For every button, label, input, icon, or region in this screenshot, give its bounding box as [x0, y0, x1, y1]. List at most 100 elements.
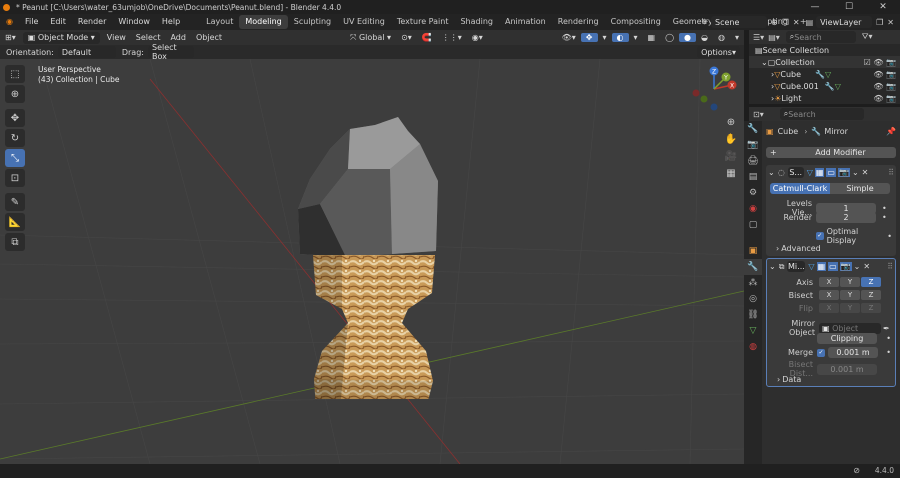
- data-subpanel[interactable]: › Data: [777, 375, 891, 384]
- catmull-clark-button[interactable]: Catmull-Clark: [770, 183, 830, 194]
- drag-handle-icon[interactable]: ⠿: [887, 262, 893, 271]
- properties-search[interactable]: ⌕ Search: [779, 108, 864, 120]
- snap-icon[interactable]: 🧲: [417, 33, 437, 42]
- material-tab-icon[interactable]: ◍: [744, 339, 762, 355]
- eyedropper-icon[interactable]: ✒: [883, 324, 890, 333]
- ortho-grid-icon[interactable]: ▦: [722, 165, 740, 182]
- overlay-dropdown-icon[interactable]: ▾: [629, 33, 643, 42]
- keyframe-dot-icon[interactable]: •: [886, 334, 891, 343]
- collection-tab-icon[interactable]: ▢: [744, 217, 762, 233]
- collection-visibility-icons[interactable]: ☑ 👁 📷: [864, 58, 896, 67]
- tab-sculpting[interactable]: Sculpting: [288, 14, 337, 30]
- add-modifier-button[interactable]: + Add Modifier: [766, 147, 896, 158]
- 3d-viewport[interactable]: ⬚ ⊕ ✥ ↻ ⤡ ⊡ ✎ 📐 ⧉ User Perspective (43) …: [0, 59, 744, 464]
- axis-y-toggle[interactable]: Y: [840, 277, 860, 287]
- xray-toggle-icon[interactable]: ▦: [643, 33, 661, 42]
- mirror-name-field[interactable]: Mi...: [787, 261, 806, 272]
- clipping-toggle[interactable]: Clipping: [817, 333, 877, 344]
- object-visibility-icons[interactable]: 👁 📷: [873, 94, 896, 103]
- outliner-row-cube-001[interactable]: › ▽ Cube.001 🔧 ▽ 👁 📷: [749, 80, 900, 92]
- zoom-icon[interactable]: ⊕: [722, 114, 740, 131]
- pan-hand-icon[interactable]: ✋: [722, 131, 740, 148]
- tab-modeling[interactable]: Modeling: [239, 15, 288, 29]
- shading-material-icon[interactable]: ◒: [696, 33, 713, 42]
- tab-rendering[interactable]: Rendering: [552, 14, 605, 30]
- axis-z-toggle[interactable]: Z: [861, 277, 881, 287]
- flip-z-toggle[interactable]: Z: [861, 303, 881, 313]
- close-button[interactable]: ✕: [866, 0, 900, 14]
- menu-select[interactable]: Select: [131, 33, 166, 42]
- rotate-tool-icon[interactable]: ↻: [5, 129, 25, 147]
- keyframe-dot-icon[interactable]: •: [882, 213, 887, 222]
- bisect-x-toggle[interactable]: X: [819, 290, 839, 300]
- move-tool-icon[interactable]: ✥: [5, 109, 25, 127]
- menu-object[interactable]: Object: [191, 33, 227, 42]
- tab-texture-paint[interactable]: Texture Paint: [391, 14, 455, 30]
- menu-view[interactable]: View: [102, 33, 131, 42]
- outliner-row-light[interactable]: › ☀ Light 👁 📷: [749, 92, 900, 104]
- outliner-row-cube[interactable]: › ▽ Cube 🔧 ▽ 👁 📷: [749, 68, 900, 80]
- levels-render-field[interactable]: 2: [816, 212, 876, 223]
- clipping-row[interactable]: Clipping •: [817, 333, 891, 344]
- shading-wireframe-icon[interactable]: ◯: [660, 33, 679, 42]
- transform-tool-icon[interactable]: ⊡: [5, 169, 25, 187]
- blender-menu-icon[interactable]: ◉: [0, 14, 19, 30]
- outliner-row-collection[interactable]: ⌄ ▢ Collection ☑ 👁 📷: [749, 56, 900, 68]
- collapse-arrow-icon[interactable]: ⌄: [768, 168, 775, 177]
- navigation-gizmo[interactable]: Z X Y: [690, 63, 738, 115]
- simple-button[interactable]: Simple: [830, 183, 890, 194]
- physics-tab-icon[interactable]: ◎: [744, 291, 762, 307]
- shading-solid-icon[interactable]: ●: [679, 33, 697, 42]
- select-box-tool-icon[interactable]: ⬚: [5, 65, 25, 83]
- expand-arrow-icon[interactable]: ⌄: [761, 58, 768, 67]
- keyframe-dot-icon[interactable]: •: [886, 348, 891, 357]
- drag-handle-icon[interactable]: ⠿: [888, 168, 894, 177]
- cage-toggle-icon[interactable]: ▦: [816, 262, 827, 271]
- cage-toggle-icon[interactable]: ▦: [814, 168, 825, 177]
- maximize-button[interactable]: ☐: [832, 0, 866, 14]
- bisect-distance-field[interactable]: 0.001 m: [817, 363, 877, 375]
- outliner-search[interactable]: ⌕ Search: [785, 31, 856, 43]
- pin-icon[interactable]: 📌: [886, 127, 896, 136]
- overlay-toggle-icon[interactable]: ◐: [611, 33, 629, 42]
- minimize-button[interactable]: —: [798, 0, 832, 14]
- annotate-tool-icon[interactable]: ✎: [5, 193, 25, 211]
- pin-scene-icon[interactable]: ⊕: [771, 18, 778, 27]
- gizmo-dropdown-icon[interactable]: ▾: [598, 33, 612, 42]
- flip-y-toggle[interactable]: Y: [840, 303, 860, 313]
- menu-render[interactable]: Render: [72, 14, 112, 30]
- tool-tab-icon[interactable]: 🔧: [744, 121, 762, 137]
- render-toggle-icon[interactable]: 📷: [837, 168, 850, 177]
- tab-uv-editing[interactable]: UV Editing: [337, 14, 391, 30]
- new-view-layer-icon[interactable]: ❐: [876, 18, 883, 27]
- shading-dropdown-icon[interactable]: ▾: [730, 33, 744, 42]
- add-cube-tool-icon[interactable]: ⧉: [5, 233, 25, 251]
- pivot-point-icon[interactable]: ⊙▾: [396, 33, 417, 42]
- advanced-subpanel[interactable]: › Advanced: [776, 244, 892, 253]
- proportional-edit-icon[interactable]: ◉▾: [467, 33, 488, 42]
- viewport-toggle-icon[interactable]: ▭: [828, 262, 838, 271]
- optimal-display-checkbox[interactable]: ✓: [816, 232, 824, 240]
- keyframe-dot-icon[interactable]: •: [887, 232, 892, 241]
- delete-scene-icon[interactable]: ✕: [793, 18, 800, 27]
- menu-add[interactable]: Add: [165, 33, 191, 42]
- scene-selector[interactable]: Scene: [710, 16, 767, 28]
- editor-type-icon[interactable]: ⊞▾: [0, 33, 21, 42]
- outliner-editor-icon[interactable]: ☰▾: [749, 33, 764, 42]
- tab-shading[interactable]: Shading: [454, 14, 499, 30]
- modifier-menu-icon[interactable]: ⌄: [854, 262, 861, 271]
- mode-selector[interactable]: ▣ Object Mode ▾: [22, 31, 100, 44]
- constraints-tab-icon[interactable]: ⛓: [744, 307, 762, 323]
- optimal-display-row[interactable]: ✓ Optimal Display •: [816, 227, 892, 245]
- particles-tab-icon[interactable]: ⁂: [744, 275, 762, 291]
- render-toggle-icon[interactable]: 📷: [839, 262, 852, 271]
- orientation-selector[interactable]: Default: [57, 46, 116, 58]
- scene-tab-icon[interactable]: ⚙: [744, 185, 762, 201]
- outliner-row-scene-collection[interactable]: ▤ Scene Collection: [749, 44, 900, 56]
- menu-edit[interactable]: Edit: [44, 14, 72, 30]
- filter-icon[interactable]: ⛛▾: [856, 32, 873, 42]
- bisect-y-toggle[interactable]: Y: [840, 290, 860, 300]
- edit-mode-toggle-icon[interactable]: ▽: [808, 262, 814, 271]
- tab-animation[interactable]: Animation: [499, 14, 552, 30]
- gizmo-toggle-icon[interactable]: ✥: [580, 33, 598, 42]
